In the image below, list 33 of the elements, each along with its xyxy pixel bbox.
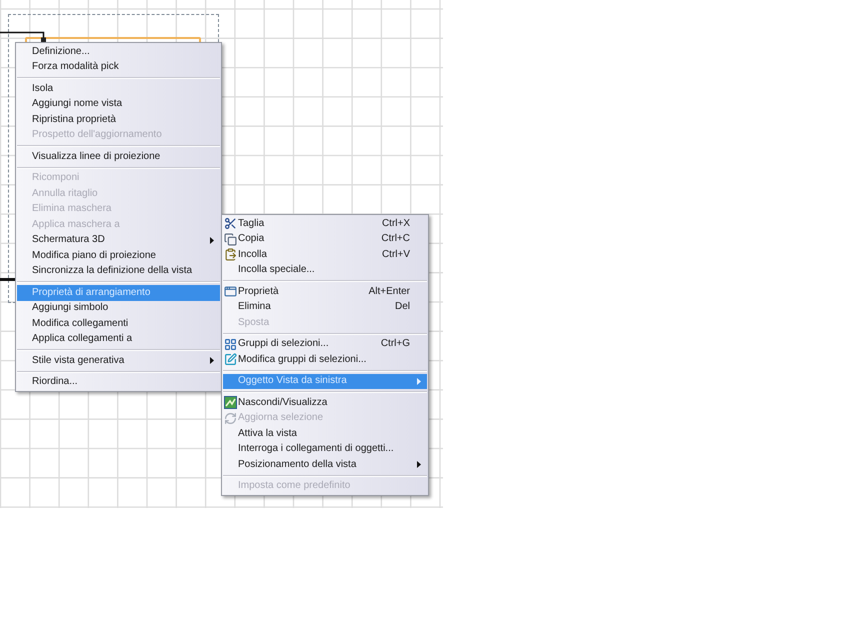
- menu-item[interactable]: Elimina Del: [223, 300, 427, 315]
- menu-item[interactable]: Aggiungi simbolo: [17, 300, 220, 316]
- menu-item[interactable]: Schermatura 3D: [17, 232, 220, 248]
- menu-item[interactable]: Stile vista generativa: [17, 353, 220, 368]
- menu-item[interactable]: Sincronizza la definizione della vista: [17, 264, 220, 279]
- menu-item[interactable]: Attiva la vista: [223, 426, 427, 442]
- menu-item[interactable]: Proprietà Alt+Enter: [223, 284, 427, 300]
- shortcut-label: Ctrl+V: [380, 250, 410, 260]
- menu-item[interactable]: Posizionamento della vista: [223, 457, 427, 472]
- menu-item[interactable]: Incolla speciale...: [223, 262, 427, 278]
- menu-item[interactable]: Taglia Ctrl+X: [223, 216, 427, 232]
- menu-item[interactable]: Modifica gruppi di selezioni...: [223, 352, 427, 368]
- menu-item[interactable]: Copia Ctrl+C: [223, 232, 427, 247]
- shortcut-label: Alt+Enter: [368, 286, 410, 297]
- menu-item[interactable]: Applica collegamenti a: [17, 332, 220, 347]
- menu-item[interactable]: Definizione...: [17, 44, 220, 60]
- menu-item[interactable]: Gruppi di selezioni... Ctrl+G: [223, 336, 427, 352]
- menu-item[interactable]: Visualizza linee di proiezione: [17, 149, 220, 164]
- menu-item[interactable]: Riordina...: [17, 374, 220, 390]
- menu-item[interactable]: Nascondi/Visualizza: [223, 395, 427, 410]
- menu-item[interactable]: Isola: [17, 81, 220, 96]
- shortcut-label: Ctrl+C: [380, 234, 410, 244]
- menu-item[interactable]: Modifica collegamenti: [17, 316, 220, 332]
- menu-item[interactable]: Forza modalità pick: [17, 60, 220, 75]
- menu-item[interactable]: Interroga i collegamenti di oggetti...: [223, 442, 427, 457]
- menu-item[interactable]: Aggiungi nome vista: [17, 96, 220, 112]
- menu-item[interactable]: Incolla Ctrl+V: [223, 247, 427, 262]
- shortcut-label: Ctrl+G: [380, 339, 410, 350]
- menu-item[interactable]: Modifica piano di proiezione: [17, 248, 220, 264]
- shortcut-label: Del: [394, 302, 410, 312]
- shortcut-label: Ctrl+X: [380, 218, 410, 229]
- connector-line: [0, 31, 46, 43]
- menu-item[interactable]: Ripristina proprietà: [17, 112, 220, 128]
